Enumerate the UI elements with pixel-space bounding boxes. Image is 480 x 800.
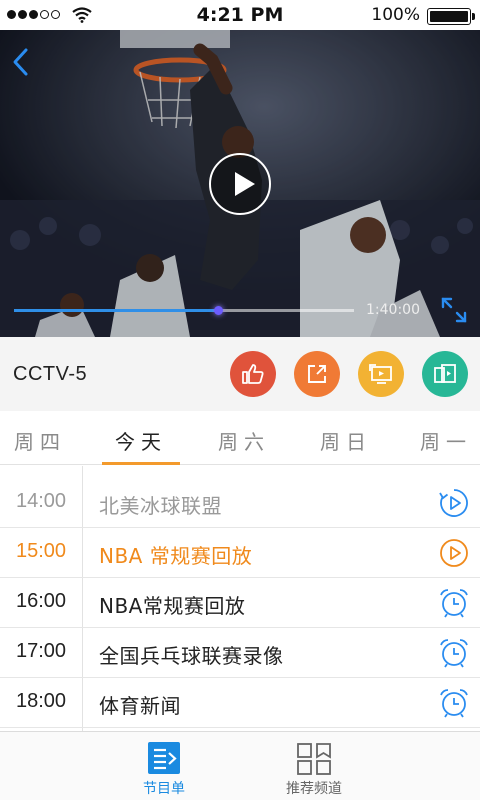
program-title: 北美冰球联盟	[99, 494, 222, 518]
nav-program-list[interactable]: 节目单	[104, 732, 224, 800]
tab-sunday[interactable]: 周日	[320, 426, 372, 455]
program-schedule-list: 14:00 北美冰球联盟 15:00 NBA 常规赛回放 16:00 NBA常规…	[0, 466, 480, 731]
program-time: 14:00	[15, 490, 67, 512]
video-player[interactable]: 1:40:00	[0, 30, 480, 337]
tv-cast-icon	[369, 364, 392, 384]
nav-label: 推荐频道	[286, 781, 342, 797]
program-time: 18:00	[15, 690, 67, 712]
nav-recommended-channels[interactable]: 推荐频道	[254, 732, 374, 800]
battery-icon	[427, 8, 475, 25]
tab-saturday[interactable]: 周六	[218, 426, 270, 455]
list-item[interactable]: 18:00 体育新闻	[0, 678, 480, 728]
alarm-clock-icon[interactable]	[439, 688, 469, 718]
list-item[interactable]: 14:00 北美冰球联盟	[0, 478, 480, 528]
program-title: 全国兵乓球联赛录像	[99, 644, 284, 668]
program-time: 15:00	[15, 540, 67, 562]
like-button[interactable]	[230, 351, 276, 397]
play-icon[interactable]	[209, 153, 271, 215]
list-item[interactable]: 16:00 NBA常规赛回放	[0, 578, 480, 628]
program-time: 17:00	[15, 640, 67, 662]
channel-name: CCTV-5	[13, 363, 88, 385]
alarm-clock-icon[interactable]	[439, 638, 469, 668]
bottom-navigation: 节目单 推荐频道	[0, 731, 480, 800]
back-chevron-icon[interactable]	[8, 44, 34, 80]
screen-mirror-button[interactable]	[422, 351, 468, 397]
progress-slider[interactable]	[14, 306, 354, 315]
share-button[interactable]	[294, 351, 340, 397]
list-item[interactable]: 15:00 NBA 常规赛回放	[0, 528, 480, 578]
channel-grid-icon	[297, 743, 331, 775]
replay-icon[interactable]	[439, 488, 469, 518]
alarm-clock-icon[interactable]	[439, 588, 469, 618]
program-title: NBA常规赛回放	[99, 594, 246, 618]
play-circle-icon[interactable]	[439, 538, 469, 568]
channel-bar: CCTV-5	[0, 337, 480, 411]
list-item[interactable]: 17:00 全国兵乓球联赛录像	[0, 628, 480, 678]
share-icon	[308, 365, 326, 383]
tv-cast-button[interactable]	[358, 351, 404, 397]
tab-thursday[interactable]: 周四	[14, 426, 66, 455]
tab-today[interactable]: 今天	[115, 426, 167, 455]
screen-mirror-icon	[434, 364, 456, 383]
thumbs-up-icon	[242, 364, 264, 384]
status-bar: 4:21 PM 100%	[0, 0, 480, 30]
program-list-icon	[148, 742, 180, 774]
video-duration: 1:40:00	[366, 302, 420, 318]
battery-percentage: 100%	[371, 5, 420, 25]
program-title: NBA 常规赛回放	[99, 544, 253, 568]
progress-fill	[14, 309, 218, 312]
program-title: 体育新闻	[99, 694, 181, 718]
day-tabs: 周四 今天 周六 周日 周一	[0, 411, 480, 465]
fullscreen-expand-icon[interactable]	[440, 296, 468, 324]
program-time: 16:00	[15, 590, 67, 612]
tab-monday[interactable]: 周一	[420, 426, 472, 455]
active-tab-indicator	[102, 462, 180, 465]
nav-label: 节目单	[143, 781, 185, 797]
progress-knob[interactable]	[214, 306, 223, 315]
